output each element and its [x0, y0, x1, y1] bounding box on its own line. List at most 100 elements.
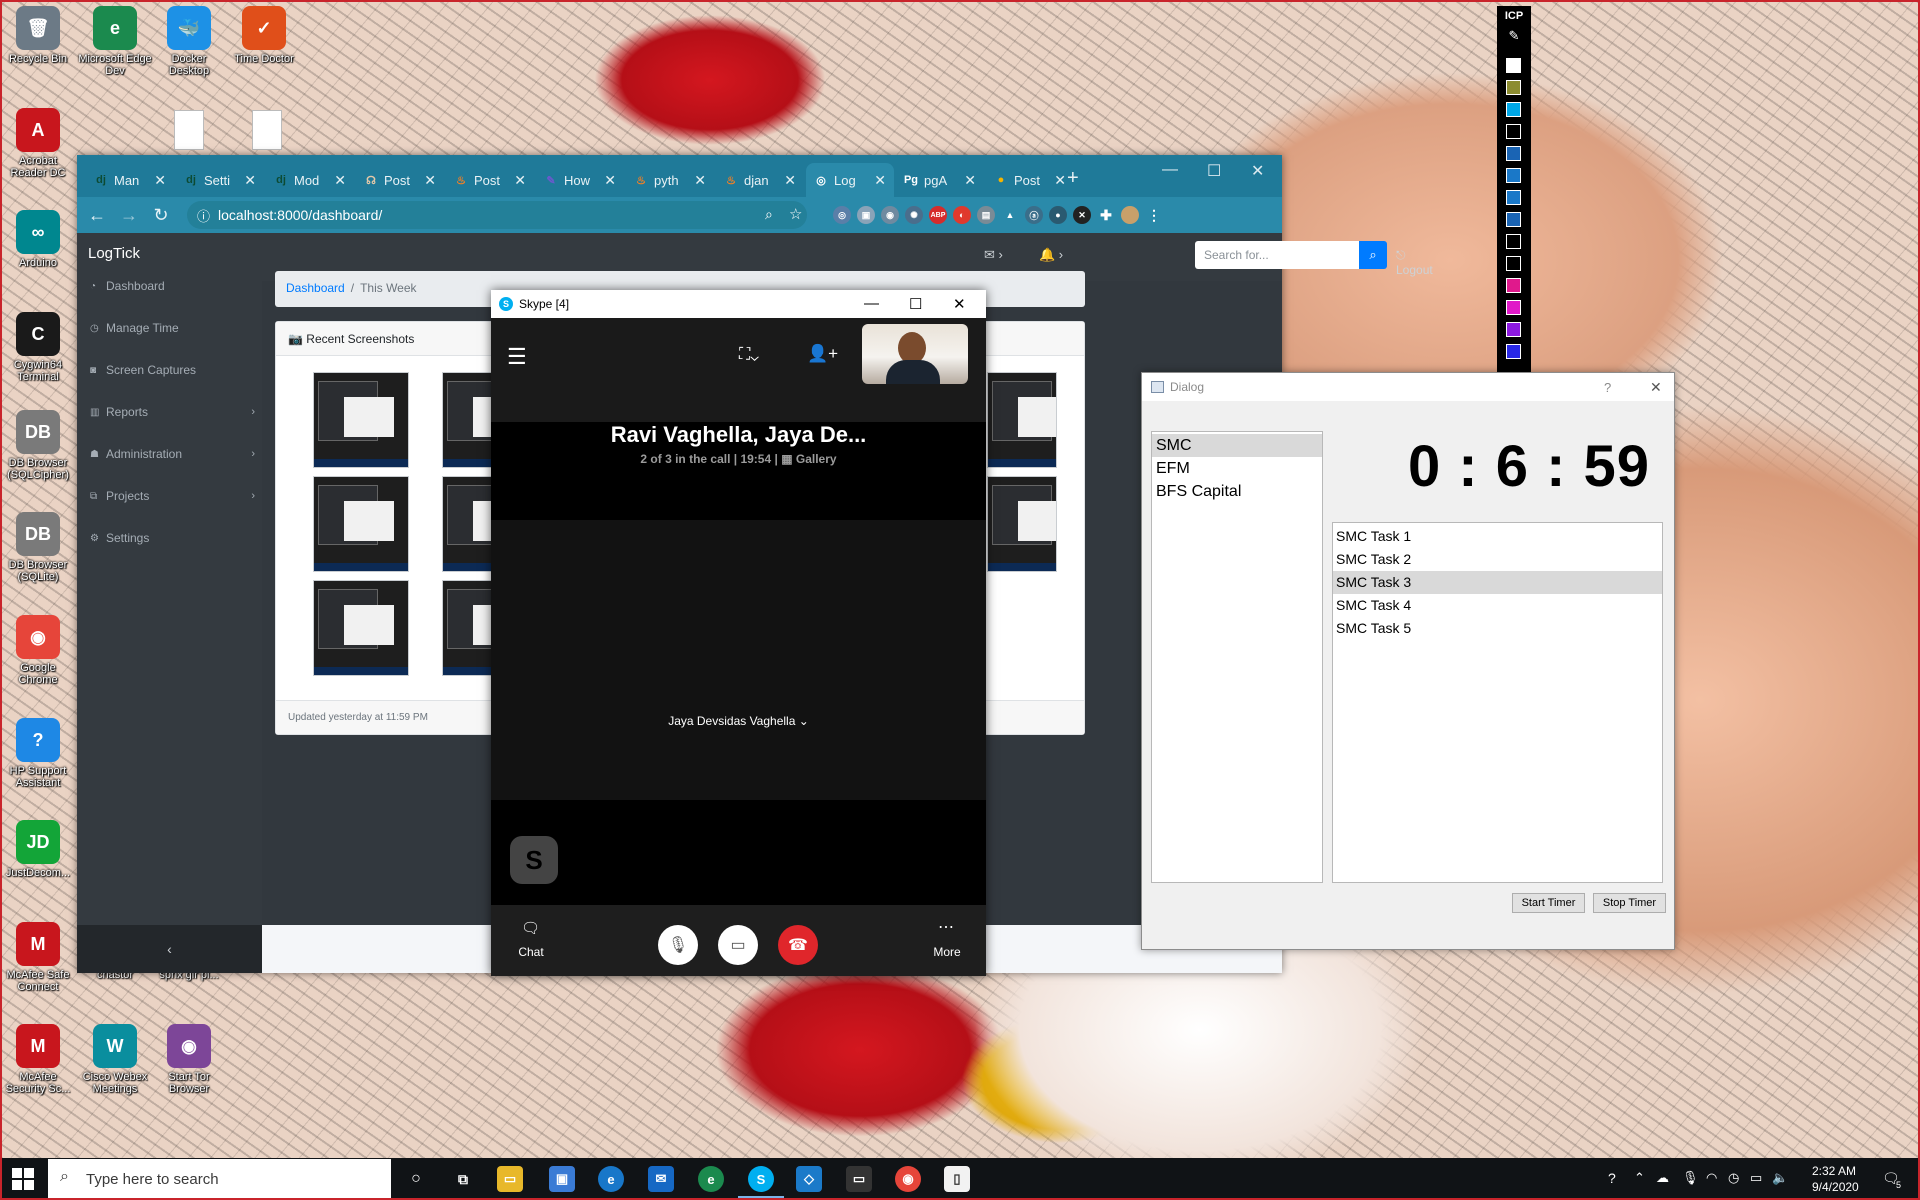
tab-close-icon[interactable]: ✕	[694, 172, 706, 189]
battery-icon[interactable]: ▭	[1750, 1170, 1762, 1186]
desktop-icon[interactable]: 🐳 Docker Desktop	[151, 6, 227, 77]
file-icon[interactable]	[252, 110, 282, 150]
color-swatch[interactable]	[1506, 212, 1521, 227]
tab-close-icon[interactable]: ✕	[604, 172, 616, 189]
browser-tab[interactable]: ✎ How ✕	[536, 163, 624, 197]
color-swatch[interactable]	[1506, 256, 1521, 271]
maximize-icon[interactable]: ☐	[1207, 161, 1221, 181]
extension-icon[interactable]: ◉	[881, 206, 899, 224]
screen-layout-icon[interactable]: ⛶⌄	[739, 346, 759, 364]
project-list[interactable]: SMC EFM BFS Capital	[1151, 431, 1323, 883]
clock-date[interactable]: 9/4/2020	[1812, 1180, 1859, 1194]
color-swatch[interactable]	[1506, 168, 1521, 183]
adblock-icon[interactable]: ABP	[929, 206, 947, 224]
tab-close-icon[interactable]: ✕	[874, 172, 886, 189]
more-label[interactable]: More	[922, 945, 972, 959]
close-icon[interactable]: ✕	[1650, 379, 1662, 396]
extension-icon[interactable]: ◐	[953, 206, 971, 224]
zoom-icon[interactable]: ⌕	[765, 206, 773, 223]
microphone-button[interactable]: 🎙	[658, 925, 698, 965]
browser-tab[interactable]: ◎ Log ✕	[806, 163, 894, 197]
end-call-button[interactable]: ☎	[778, 925, 818, 965]
desktop-icon[interactable]: ◉ Start Tor Browser	[151, 1024, 227, 1095]
forward-icon[interactable]: →	[113, 205, 145, 226]
task-view-icon[interactable]: ⧉	[450, 1166, 476, 1192]
sidebar-item-settings[interactable]: ⚙ Settings	[90, 531, 255, 545]
notifications-icon[interactable]: 🔔 ›	[1039, 247, 1063, 263]
browser-tab[interactable]: ♨ pyth ✕	[626, 163, 714, 197]
onedrive-icon[interactable]: ☁	[1656, 1170, 1669, 1186]
sidebar-item-reports[interactable]: ▥ Reports ›	[90, 405, 255, 419]
browser-tab[interactable]: ♨ Post ✕	[446, 163, 534, 197]
gallery-view-toggle[interactable]: Gallery	[796, 452, 837, 466]
minimize-icon[interactable]: —	[864, 295, 879, 312]
sidebar-item-dashboard[interactable]: ◔ Dashboard	[90, 279, 255, 293]
desktop-icon[interactable]: e Microsoft Edge Dev	[77, 6, 153, 77]
screenshot-thumbnail[interactable]	[313, 372, 409, 468]
desktop-icon[interactable]: M McAfee Security Sc...	[0, 1024, 76, 1095]
document-icon[interactable]: ▯	[944, 1166, 970, 1192]
browser-tab[interactable]: ● Post ✕	[986, 163, 1074, 197]
chevron-up-icon[interactable]: ⌃	[1634, 1170, 1645, 1186]
maximize-icon[interactable]: ☐	[909, 295, 922, 313]
terminal-icon[interactable]: ▭	[846, 1166, 872, 1192]
start-timer-button[interactable]: Start Timer	[1512, 893, 1585, 913]
project-list-item[interactable]: BFS Capital	[1152, 480, 1322, 503]
brand-logo[interactable]: LogTick	[88, 245, 140, 262]
extension-icon[interactable]: ▲	[1001, 206, 1019, 224]
add-participant-icon[interactable]: 👤+	[807, 344, 838, 364]
extension-icon[interactable]: ▣	[857, 206, 875, 224]
wifi-icon[interactable]: ◠	[1706, 1170, 1717, 1186]
breadcrumb-home-link[interactable]: Dashboard	[286, 281, 345, 295]
sidebar-item-projects[interactable]: ⧉ Projects ›	[90, 489, 255, 503]
minimize-icon[interactable]: —	[1162, 161, 1178, 179]
extension-icon[interactable]: ●	[1049, 206, 1067, 224]
reload-icon[interactable]: ↻	[145, 205, 177, 226]
desktop-icon[interactable]: ∞ Arduino	[0, 210, 76, 269]
tab-close-icon[interactable]: ✕	[154, 172, 166, 189]
sidebar-item-screen-captures[interactable]: ◙ Screen Captures	[90, 363, 255, 377]
chat-icon[interactable]: 🗨	[521, 919, 540, 937]
desktop-icon[interactable]: M McAfee Safe Connect	[0, 922, 76, 993]
edge-dev-icon[interactable]: e	[698, 1166, 724, 1192]
taskbar-search-input[interactable]: ⌕ Type here to search	[48, 1159, 391, 1199]
new-tab-button[interactable]: +	[1067, 167, 1079, 190]
volume-icon[interactable]: 🔈	[1772, 1170, 1788, 1186]
browser-tab[interactable]: dj Setti ✕	[176, 163, 264, 197]
back-icon[interactable]: ←	[81, 205, 113, 226]
desktop-icon[interactable]: ✓ Time Doctor	[226, 6, 302, 65]
browser-tab[interactable]: dj Mod ✕	[266, 163, 354, 197]
extension-icon[interactable]: ◎	[833, 206, 851, 224]
desktop-icon[interactable]: JD JustDecom...	[0, 820, 76, 879]
screenshot-thumbnail[interactable]	[313, 476, 409, 572]
tab-close-icon[interactable]: ✕	[1054, 172, 1066, 189]
help-tray-icon[interactable]: ?	[1608, 1170, 1616, 1186]
search-button[interactable]: ⌕	[1359, 241, 1387, 269]
color-swatch[interactable]	[1506, 322, 1521, 337]
screenshot-thumbnail[interactable]	[313, 580, 409, 676]
tab-close-icon[interactable]: ✕	[514, 172, 526, 189]
help-icon[interactable]: ?	[1604, 380, 1611, 395]
browser-tab[interactable]: ☊ Post ✕	[356, 163, 444, 197]
icp-color-toolbar[interactable]: ICP ✎	[1497, 6, 1531, 378]
clock-tray-icon[interactable]: ◷	[1728, 1170, 1739, 1186]
browser-tab[interactable]: ♨ djan ✕	[716, 163, 804, 197]
info-icon[interactable]: ⓘ	[197, 206, 210, 225]
chat-label[interactable]: Chat	[506, 945, 556, 959]
edge-icon[interactable]: e	[598, 1166, 624, 1192]
task-list-item[interactable]: SMC Task 5	[1333, 617, 1662, 640]
sidebar-item-manage-time[interactable]: ◷ Manage Time	[90, 321, 255, 335]
browser-tab[interactable]: dj Man ✕	[86, 163, 174, 197]
color-swatch[interactable]	[1506, 124, 1521, 139]
desktop-icon[interactable]: W Cisco Webex Meetings	[77, 1024, 153, 1095]
cortana-icon[interactable]: ○	[403, 1166, 429, 1192]
self-video-preview[interactable]	[862, 324, 968, 384]
more-icon[interactable]: ⋯	[938, 917, 954, 937]
extension-icon[interactable]: ⓐ	[1025, 206, 1043, 224]
screenshot-thumbnail[interactable]	[987, 476, 1057, 572]
task-list[interactable]: SMC Task 1 SMC Task 2 SMC Task 3 SMC Task 4…	[1332, 522, 1663, 883]
url-input[interactable]: ⓘ localhost:8000/dashboard/ ⌕ ☆	[187, 201, 807, 229]
desktop-icon[interactable]: DB DB Browser (SQLite)	[0, 512, 76, 583]
desktop-icon[interactable]: DB DB Browser (SQLCipher)	[0, 410, 76, 481]
logout-link[interactable]: ⎋ Logout	[1396, 248, 1433, 277]
